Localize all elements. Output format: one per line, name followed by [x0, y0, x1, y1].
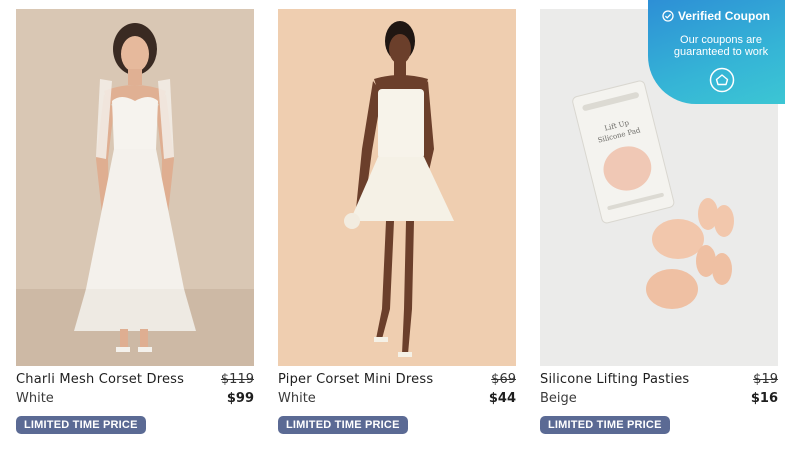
limited-time-badge: LIMITED TIME PRICE [16, 416, 146, 434]
coupon-description: Our coupons are guaranteed to work [673, 34, 769, 58]
limited-time-badge: LIMITED TIME PRICE [278, 416, 408, 434]
sale-price: $44 [488, 391, 516, 406]
limited-time-badge: LIMITED TIME PRICE [540, 416, 670, 434]
product-color: Beige [540, 391, 577, 406]
dress-photo [278, 9, 516, 366]
verified-coupon-widget[interactable]: Verified Coupon Our coupons are guarante… [648, 0, 785, 104]
product-name[interactable]: Piper Corset Mini Dress [278, 372, 433, 387]
dress-photo [16, 9, 254, 366]
original-price: $69 [491, 372, 516, 387]
original-price: $119 [220, 372, 254, 387]
product-name[interactable]: Silicone Lifting Pasties [540, 372, 689, 387]
coupon-logo-icon[interactable] [709, 67, 735, 93]
sale-price: $16 [750, 391, 778, 406]
product-image[interactable] [16, 9, 254, 366]
product-color: White [278, 391, 316, 406]
coupon-title-row: Verified Coupon [662, 9, 770, 23]
check-circle-icon [662, 10, 674, 22]
product-card[interactable]: Piper Corset Mini Dress $69 White $44 LI… [278, 9, 516, 434]
coupon-title: Verified Coupon [678, 9, 771, 23]
product-name[interactable]: Charli Mesh Corset Dress [16, 372, 184, 387]
sale-price: $99 [226, 391, 254, 406]
product-image[interactable] [278, 9, 516, 366]
product-card[interactable]: Charli Mesh Corset Dress $119 White $99 … [16, 9, 254, 434]
original-price: $19 [753, 372, 778, 387]
product-color: White [16, 391, 54, 406]
